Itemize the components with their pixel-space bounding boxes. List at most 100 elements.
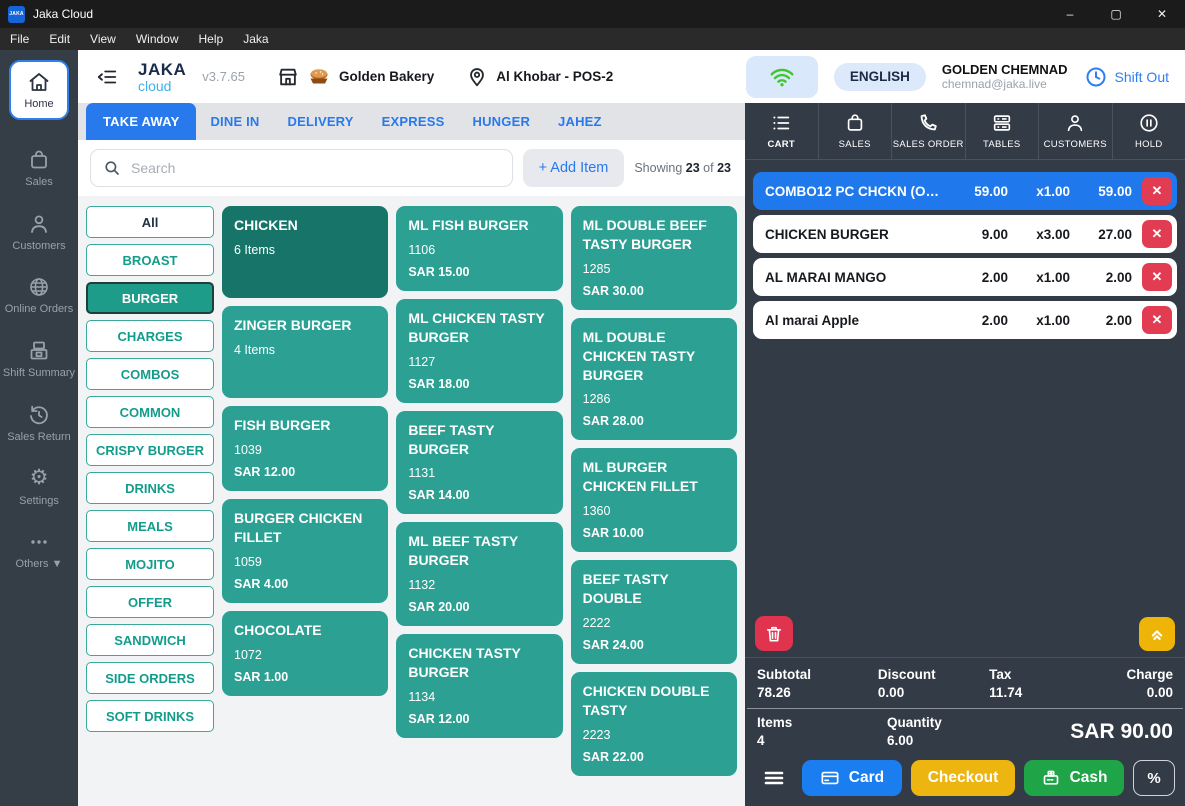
category-side-orders[interactable]: SIDE ORDERS xyxy=(86,662,214,694)
tab-hunger[interactable]: HUNGER xyxy=(459,103,545,140)
cart-item[interactable]: CHICKEN BURGER9.00x3.0027.00✕ xyxy=(753,215,1177,253)
product-card-chicken-double-tasty[interactable]: CHICKEN DOUBLE TASTY2223SAR 22.00 xyxy=(571,672,737,776)
shift-out-button[interactable]: Shift Out xyxy=(1084,65,1169,89)
maximize-button[interactable]: ▢ xyxy=(1093,0,1139,28)
wifi-button[interactable] xyxy=(746,56,818,98)
product-card-chicken-tasty-burger[interactable]: CHICKEN TASTY BURGER1134SAR 12.00 xyxy=(396,634,562,738)
product-card-burger-chicken-fillet[interactable]: BURGER CHICKEN FILLET1059SAR 4.00 xyxy=(222,499,388,603)
close-button[interactable]: ✕ xyxy=(1139,0,1185,28)
cart-tab-cart[interactable]: CART xyxy=(745,103,819,159)
product-card-beef-tasty-burger[interactable]: BEEF TASTY BURGER1131SAR 14.00 xyxy=(396,411,562,515)
sidebar-item-online-orders[interactable]: Online Orders xyxy=(0,275,78,317)
menu-item-view[interactable]: View xyxy=(90,32,116,46)
cash-button[interactable]: Cash xyxy=(1024,760,1124,796)
product-card-chicken[interactable]: CHICKEN6 Items xyxy=(222,206,388,298)
category-offer[interactable]: OFFER xyxy=(86,586,214,618)
tab-dine-in[interactable]: DINE IN xyxy=(196,103,273,140)
remove-item-button[interactable]: ✕ xyxy=(1142,220,1172,248)
menu-item-jaka[interactable]: Jaka xyxy=(243,32,268,46)
category-soft-drinks[interactable]: SOFT DRINKS xyxy=(86,700,214,732)
product-card-zinger-burger[interactable]: ZINGER BURGER4 Items xyxy=(222,306,388,398)
cart-tab-sales-order[interactable]: SALES ORDER xyxy=(892,103,966,159)
product-name: CHICKEN DOUBLE TASTY xyxy=(583,682,725,720)
product-card-ml-burger-chicken-fillet[interactable]: ML BURGER CHICKEN FILLET1360SAR 10.00 xyxy=(571,448,737,552)
product-card-ml-chicken-tasty-burger[interactable]: ML CHICKEN TASTY BURGER1127SAR 18.00 xyxy=(396,299,562,403)
more-options-button[interactable] xyxy=(755,761,793,795)
location-name: Al Khobar - POS-2 xyxy=(496,69,613,84)
menu-item-edit[interactable]: Edit xyxy=(49,32,70,46)
quantity-value: 6.00 xyxy=(887,733,1007,748)
cart-item[interactable]: COMBO12 PC CHCKN (OFFER)59.00x1.0059.00✕ xyxy=(753,172,1177,210)
cart-item[interactable]: AL MARAI MANGO2.00x1.002.00✕ xyxy=(753,258,1177,296)
close-icon: ✕ xyxy=(1152,226,1163,242)
product-card-beef-tasty-double[interactable]: BEEF TASTY DOUBLE2222SAR 24.00 xyxy=(571,560,737,664)
card-button[interactable]: Card xyxy=(802,760,902,796)
category-all[interactable]: All xyxy=(86,206,214,238)
cart-item-name: Al marai Apple xyxy=(765,313,946,328)
sidebar-item-sales-return[interactable]: Sales Return xyxy=(0,403,78,445)
sidebar-item-others[interactable]: Others ▼ xyxy=(0,530,78,572)
product-card-ml-double-beef-tasty-burger[interactable]: ML DOUBLE BEEF TASTY BURGER1285SAR 30.00 xyxy=(571,206,737,310)
category-combos[interactable]: COMBOS xyxy=(86,358,214,390)
minimize-button[interactable]: – xyxy=(1047,0,1093,28)
cart-tab-sales[interactable]: SALES xyxy=(819,103,893,159)
category-sandwich[interactable]: SANDWICH xyxy=(86,624,214,656)
tab-jahez[interactable]: JAHEZ xyxy=(544,103,616,140)
cart-tab-label: SALES xyxy=(839,139,871,150)
card-icon xyxy=(820,768,840,788)
product-name: FISH BURGER xyxy=(234,416,376,435)
cart-tab-tables[interactable]: TABLES xyxy=(966,103,1040,159)
scroll-up-button[interactable] xyxy=(1139,617,1175,651)
menu-item-file[interactable]: File xyxy=(10,32,29,46)
tab-delivery[interactable]: DELIVERY xyxy=(274,103,368,140)
sidebar: Home Sales Customers Online Orders Shift Sum… xyxy=(0,50,78,806)
product-price: SAR 10.00 xyxy=(583,526,725,540)
sidebar-item-home[interactable]: Home xyxy=(9,60,69,120)
product-name: ML FISH BURGER xyxy=(408,216,550,235)
category-crispy-burger[interactable]: CRISPY BURGER xyxy=(86,434,214,466)
sidebar-item-shift-summary[interactable]: Shift Summary xyxy=(0,339,78,381)
product-card-chocolate[interactable]: CHOCOLATE1072SAR 1.00 xyxy=(222,611,388,696)
category-charges[interactable]: CHARGES xyxy=(86,320,214,352)
language-selector[interactable]: ENGLISH xyxy=(834,63,926,91)
product-card-ml-double-chicken-tasty-burger[interactable]: ML DOUBLE CHICKEN TASTY BURGER1286SAR 28… xyxy=(571,318,737,441)
search-input[interactable] xyxy=(131,160,500,176)
search-box[interactable] xyxy=(90,149,513,187)
product-card-fish-burger[interactable]: FISH BURGER1039SAR 12.00 xyxy=(222,406,388,491)
category-common[interactable]: COMMON xyxy=(86,396,214,428)
sidebar-item-sales[interactable]: Sales xyxy=(0,148,78,190)
remove-item-button[interactable]: ✕ xyxy=(1142,177,1172,205)
add-item-button[interactable]: + Add Item xyxy=(523,149,625,187)
window-title: Jaka Cloud xyxy=(33,7,93,21)
category-broast[interactable]: BROAST xyxy=(86,244,214,276)
discount-percent-button[interactable]: % xyxy=(1133,760,1175,796)
category-mojito[interactable]: MOJITO xyxy=(86,548,214,580)
globe-icon xyxy=(27,275,51,299)
remove-item-button[interactable]: ✕ xyxy=(1142,306,1172,334)
product-price: SAR 12.00 xyxy=(408,712,550,726)
tab-express[interactable]: EXPRESS xyxy=(368,103,459,140)
cart-tab-hold[interactable]: HOLD xyxy=(1113,103,1185,159)
category-burger[interactable]: BURGER xyxy=(86,282,214,314)
collapse-sidebar-icon[interactable] xyxy=(96,66,118,88)
clear-cart-button[interactable] xyxy=(755,616,793,651)
order-summary: Subtotal78.26Discount0.00Tax11.74Charge0… xyxy=(745,657,1185,708)
sidebar-item-settings[interactable]: ⚙Settings xyxy=(0,467,78,509)
product-card-ml-beef-tasty-burger[interactable]: ML BEEF TASTY BURGER1132SAR 20.00 xyxy=(396,522,562,626)
location-selector[interactable]: Al Khobar - POS-2 xyxy=(466,66,613,88)
menu-item-window[interactable]: Window xyxy=(136,32,179,46)
cart-item-total: 2.00 xyxy=(1076,313,1132,328)
tab-take-away[interactable]: TAKE AWAY xyxy=(86,103,196,140)
checkout-button[interactable]: Checkout xyxy=(911,760,1015,796)
cart-item-price: 2.00 xyxy=(952,313,1008,328)
remove-item-button[interactable]: ✕ xyxy=(1142,263,1172,291)
store-selector[interactable]: Golden Bakery xyxy=(277,65,434,89)
sidebar-item-customers[interactable]: Customers xyxy=(0,212,78,254)
tables-icon xyxy=(991,112,1013,134)
cart-item[interactable]: Al marai Apple2.00x1.002.00✕ xyxy=(753,301,1177,339)
product-card-ml-fish-burger[interactable]: ML FISH BURGER1106SAR 15.00 xyxy=(396,206,562,291)
menu-item-help[interactable]: Help xyxy=(199,32,224,46)
category-drinks[interactable]: DRINKS xyxy=(86,472,214,504)
cart-tab-customers[interactable]: CUSTOMERS xyxy=(1039,103,1113,159)
category-meals[interactable]: MEALS xyxy=(86,510,214,542)
